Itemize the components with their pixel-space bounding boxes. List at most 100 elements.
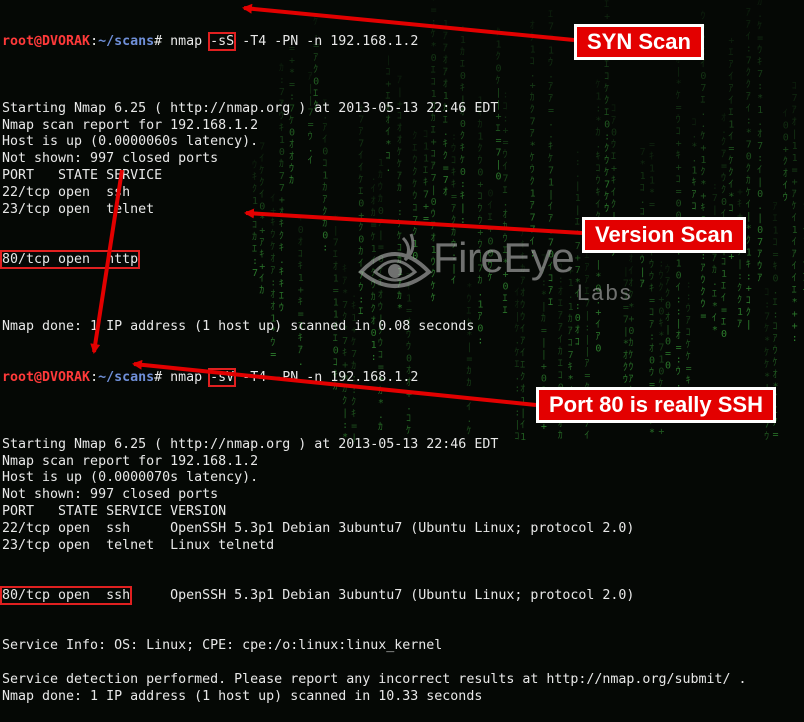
svg-text::: : [757,81,763,92]
output-line: Not shown: 997 closed ports [2,151,219,167]
svg-text:ｷ: ｷ [757,57,762,68]
svg-text:ｹ: ｹ [792,200,797,212]
svg-text::: : [746,116,752,127]
svg-text:ｲ: ｲ [792,273,797,284]
svg-text:0: 0 [757,189,763,200]
svg-text:ｱ: ｱ [792,189,797,200]
svg-text:7: 7 [757,237,763,248]
svg-text:=: = [772,249,778,260]
svg-text:ｱ: ｱ [792,249,797,260]
svg-text:ｹ: ｹ [764,359,769,371]
command-args: -T4 -PN -n 192.168.1.2 [234,369,419,385]
svg-text:*: * [792,297,798,308]
svg-text:ｹ: ｹ [757,20,762,32]
svg-text:|: | [746,320,752,331]
svg-text:7: 7 [757,141,763,152]
svg-text:|: | [792,129,798,140]
svg-text:ｲ: ｲ [757,165,762,176]
svg-text:ｲ: ｲ [792,261,797,272]
svg-text:ｺ: ｺ [792,81,797,92]
svg-text:ｵ: ｵ [792,116,797,128]
svg-text:+: + [792,177,798,188]
svg-text:7: 7 [746,56,752,67]
svg-text:=: = [792,165,798,176]
svg-text:ｱ: ｱ [772,333,777,344]
prompt-user: root@DVORAK [2,369,91,385]
svg-text:0: 0 [783,132,789,143]
prompt-sep: : [90,33,99,49]
svg-text:.: . [757,9,763,20]
scan1-output-after: Nmap done: 1 IP address (1 host up) scan… [2,302,747,336]
svg-text:ｴ: ｴ [792,285,797,296]
svg-text:*: * [746,128,752,139]
svg-text:ｱ: ｱ [757,273,762,284]
svg-text:0: 0 [772,273,778,284]
highlighted-port-row-1: 80/tcp open http [0,249,747,269]
svg-text::: : [757,153,763,164]
svg-text:0: 0 [746,152,752,163]
svg-text:ｲ: ｲ [792,213,797,224]
svg-text:+: + [792,321,798,332]
syn-scan-callout: SYN Scan [574,24,704,60]
svg-text:|: | [757,213,763,224]
command-args: -T4 -PN -n 192.168.1.2 [234,33,419,49]
scan1-output: Starting Nmap 6.25 ( http://nmap.org ) a… [2,84,747,218]
svg-text:ｳ: ｳ [757,44,762,56]
output-line: 23/tcp open telnet [2,201,155,217]
svg-text::: : [772,309,778,320]
svg-text:ｲ: ｲ [783,108,788,119]
prompt-sep: : [90,369,99,385]
svg-text::: : [746,272,752,283]
svg-text:1: 1 [746,248,752,259]
port80-ssh-row: 80/tcp open ssh [0,585,133,605]
command-text: nmap [170,369,211,385]
port80-http-row: 80/tcp open http [0,249,141,269]
output-line: Nmap done: 1 IP address (1 host up) scan… [2,688,483,704]
svg-text:ｳ: ｳ [764,431,769,442]
svg-text:.: . [757,201,763,212]
svg-text:ｶ: ｶ [757,0,762,8]
svg-text:+: + [783,144,789,155]
svg-text:=: = [772,429,778,440]
svg-text:.: . [757,117,763,128]
output-line: 22/tcp open ssh OpenSSH 5.3p1 Debian 3ub… [2,520,635,536]
svg-text:ｸ: ｸ [783,155,788,167]
svg-text:ｷ: ｷ [772,261,777,272]
svg-text:1: 1 [757,105,763,116]
output-line: 22/tcp open ssh [2,184,131,200]
svg-text:ｴ: ｴ [772,213,777,224]
svg-text:*: * [746,224,752,235]
svg-text:1: 1 [772,225,778,236]
prompt-user: root@DVORAK [2,33,91,49]
output-line: PORT STATE SERVICE VERSION [2,503,227,519]
svg-text:ｹ: ｹ [764,347,769,359]
highlighted-port-row-2: 80/tcp open ssh OpenSSH 5.3p1 Debian 3ub… [0,585,747,605]
prompt-symbol: # [154,33,171,49]
output-line: Host is up (0.0000070s latency). [2,470,259,486]
prompt-symbol: # [154,369,171,385]
svg-text:=: = [757,33,763,44]
svg-text:1: 1 [792,225,798,236]
svg-text:ｴ: ｴ [772,297,777,308]
syn-scan-flag: -sS [208,31,237,51]
svg-text:0: 0 [757,225,763,236]
svg-text:ｳ: ｳ [772,344,777,356]
svg-text:7: 7 [746,140,752,151]
svg-text:+: + [792,309,798,320]
svg-text:.: . [772,285,778,296]
svg-text:ｱ: ｱ [792,105,797,116]
version-scan-flag: -sV [208,367,237,387]
output-line: Not shown: 997 closed ports [2,487,219,503]
svg-text:*: * [764,336,770,347]
svg-text::: : [792,333,798,344]
output-line: Nmap done: 1 IP address (1 host up) scan… [2,319,475,335]
prompt-path: ~/scans [98,369,155,385]
prompt-line-2: root@DVORAK:~/scans# nmap -sV -T4 -PN -n… [2,367,747,387]
svg-text:ｲ: ｲ [783,180,788,191]
svg-text:ｳ: ｳ [757,260,762,272]
output-line: Service Info: OS: Linux; CPE: cpe:/o:lin… [2,638,443,654]
svg-text:7: 7 [757,69,763,80]
